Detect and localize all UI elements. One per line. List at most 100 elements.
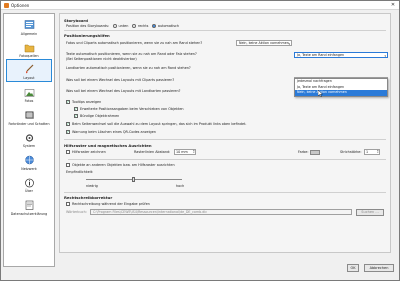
sidebar-item-about[interactable]: Über: [4, 172, 54, 195]
sidebar-item-label: Netzwerk: [21, 166, 37, 171]
spellcheck-row: Rechtschreibung während der Eingabe prüf…: [66, 202, 150, 206]
sidebar-item-network[interactable]: Netzwerk: [4, 149, 54, 172]
slider-low-label-row: niedrig: [86, 184, 98, 188]
section-title: Positionierungshilfen: [64, 33, 110, 38]
slider-low-label: niedrig: [86, 184, 98, 188]
extended-positions-checkbox[interactable]: ✓: [74, 107, 78, 111]
layout-brush-icon: [23, 64, 35, 75]
select-value: Ja, Texte am Rand einfangen: [297, 53, 345, 57]
snap-guides-row: ✓ Bündige Objektrahmen: [74, 114, 119, 118]
grid-color-label: Farbe:: [298, 150, 309, 154]
auto-position-text-row: Texte automatisch positionieren, wenn si…: [66, 52, 197, 56]
sidebar-item-color-borders[interactable]: Farbränder und Schatten: [4, 104, 54, 127]
grid-spacing-label-row: Rasterlinien Abstand:: [134, 150, 170, 154]
page-change-row: ✓ Beim Seitenwechsel soll die Auswahl zu…: [66, 122, 247, 126]
mouse-cursor-icon: [318, 90, 323, 97]
sidebar-item-label: Fotoquellen: [19, 54, 39, 58]
snap-guides-checkbox[interactable]: ✓: [74, 114, 78, 118]
spin-value: 10 mm: [176, 150, 188, 154]
checkbox-label: Beim Seitenwechsel soll die Auswahl zu d…: [72, 122, 247, 126]
sidebar-item-layout[interactable]: Layout: [6, 59, 52, 82]
sidebar-item-general[interactable]: Allgemein: [4, 14, 54, 37]
section-title: Storyboard: [64, 18, 88, 23]
cancel-button[interactable]: Abbrechen: [364, 264, 394, 272]
dropdown-option-selected[interactable]: Nein, keine Aktion vornehmen: [295, 90, 387, 96]
sidebar-item-label: Datenschutzerklärung: [10, 211, 48, 216]
chevron-down-icon: ▾: [384, 53, 386, 58]
page-change-checkbox[interactable]: ✓: [66, 122, 70, 126]
show-grid-checkbox[interactable]: [66, 150, 70, 154]
sidebar-item-photo-sources[interactable]: Fotoquellen: [4, 37, 54, 60]
sensitivity-slider-thumb[interactable]: [132, 176, 135, 182]
sidebar-item-privacy[interactable]: Datenschutzerklärung: [4, 194, 54, 217]
checkbox-label: Hilfsraster zeichnen: [72, 150, 106, 154]
slider-high-label: hoch: [176, 184, 185, 188]
network-icon: [23, 155, 35, 166]
show-grid-row: Hilfsraster zeichnen: [66, 150, 106, 154]
app-icon: [4, 2, 9, 8]
layout-change-maps-row: Was soll bei einem Wechsel des Layouts m…: [66, 89, 180, 93]
general-settings-icon: [23, 20, 35, 31]
radio-right[interactable]: [132, 24, 137, 28]
tooltips-row: ✓ Tooltips anzeigen: [66, 100, 101, 104]
browse-dictionary-button[interactable]: Suchen ...: [356, 208, 384, 216]
grid-color-swatch[interactable]: [310, 149, 320, 155]
system-icon: [23, 132, 35, 143]
checkbox-label: Rechtschreibung während der Eingabe prüf…: [72, 202, 150, 206]
radio-bottom[interactable]: [113, 24, 118, 28]
photos-icon: [23, 87, 35, 98]
divider: [64, 192, 386, 193]
qr-warning-checkbox[interactable]: ✓: [66, 130, 70, 134]
sensitivity-label: Empfindlichkeit:: [66, 170, 94, 174]
section-title: Hilfsraster und magnetisches Ausrichten: [64, 143, 152, 148]
grid-spacing-input[interactable]: 10 mm ▴ ▾: [174, 149, 196, 155]
line-width-label-row: Strichstärke:: [340, 150, 361, 154]
grid-section: Hilfsraster und magnetisches Ausrichten: [64, 143, 386, 148]
title-bar: Optionen ✕: [1, 1, 399, 10]
storyboard-position-label: Position des Storyboards:: [66, 24, 110, 28]
dictionary-row: Wörterbuch:: [66, 210, 87, 214]
options-window: Optionen ✕ Allgemein Fotoquellen Layout: [0, 0, 400, 281]
question-label: Landkarten automatisch positionieren, we…: [66, 66, 191, 70]
sidebar-item-label: Layout: [23, 75, 35, 80]
auto-position-text-select[interactable]: Ja, Texte am Rand einfangen ▾: [294, 52, 388, 58]
divider: [64, 139, 386, 140]
auto-position-photos-select[interactable]: Nein, keine Aktion vornehmen ▾: [236, 40, 292, 46]
ok-button[interactable]: OK: [347, 264, 359, 272]
snap-objects-checkbox[interactable]: [66, 163, 70, 167]
sidebar-item-system[interactable]: System: [4, 127, 54, 150]
photo-sources-icon: [23, 42, 35, 53]
close-button[interactable]: ✕: [387, 1, 399, 10]
color-borders-icon: [23, 110, 35, 121]
spin-value: 1: [366, 150, 369, 154]
snap-objects-row: Objekte an anderen Objekten bzw. am Hilf…: [66, 163, 175, 167]
auto-position-maps-row: Landkarten automatisch positionieren, we…: [66, 66, 191, 70]
question-label: Was soll bei einem Wechsel des Layouts m…: [66, 78, 175, 82]
grid-color-label-row: Farbe:: [298, 150, 309, 154]
sidebar-item-label: Farbränder und Schatten: [8, 121, 50, 126]
divider: [68, 159, 386, 160]
extended-positions-row: ✓ Erweiterte Positionsangaben beim Versc…: [74, 107, 184, 111]
radio-automatic[interactable]: [152, 24, 157, 28]
tooltips-checkbox[interactable]: ✓: [66, 100, 70, 104]
checkbox-label: Erweiterte Positionsangaben beim Verschi…: [80, 107, 184, 111]
window-title: Optionen: [11, 2, 30, 8]
auto-position-text-note: (Bei Seitenpositionen nicht deaktivierba…: [66, 57, 137, 61]
sensitivity-row: Empfindlichkeit:: [66, 170, 93, 174]
options-sidebar: Allgemein Fotoquellen Layout Fotos Farbr…: [3, 13, 55, 267]
grid-spacing-label: Rasterlinien Abstand:: [134, 150, 171, 154]
question-label: Fotos und Cliparts automatisch positioni…: [66, 41, 203, 45]
radio-label: automatisch: [157, 24, 179, 28]
spellcheck-checkbox[interactable]: [66, 202, 70, 206]
layout-change-cliparts-row: Was soll bei einem Wechsel des Layouts m…: [66, 78, 174, 82]
line-width-label: Strichstärke:: [340, 150, 362, 154]
checkbox-label: Tooltips anzeigen: [72, 100, 102, 104]
spin-arrows-icon: ▴ ▾: [193, 148, 195, 154]
line-width-input[interactable]: 1 ▴ ▾: [364, 149, 380, 155]
dictionary-path-field[interactable]: C:\Program Files\CEWE\IS4\Ressourcen\int…: [90, 209, 352, 215]
checkbox-label: Objekte an anderen Objekten bzw. am Hilf…: [72, 163, 175, 167]
select-value: Nein, keine Aktion vornehmen: [239, 41, 289, 45]
question-label: Was soll bei einem Wechsel des Layouts m…: [66, 89, 181, 93]
sidebar-item-photos[interactable]: Fotos: [4, 82, 54, 105]
question-label: Texte automatisch positionieren, wenn si…: [66, 52, 197, 56]
